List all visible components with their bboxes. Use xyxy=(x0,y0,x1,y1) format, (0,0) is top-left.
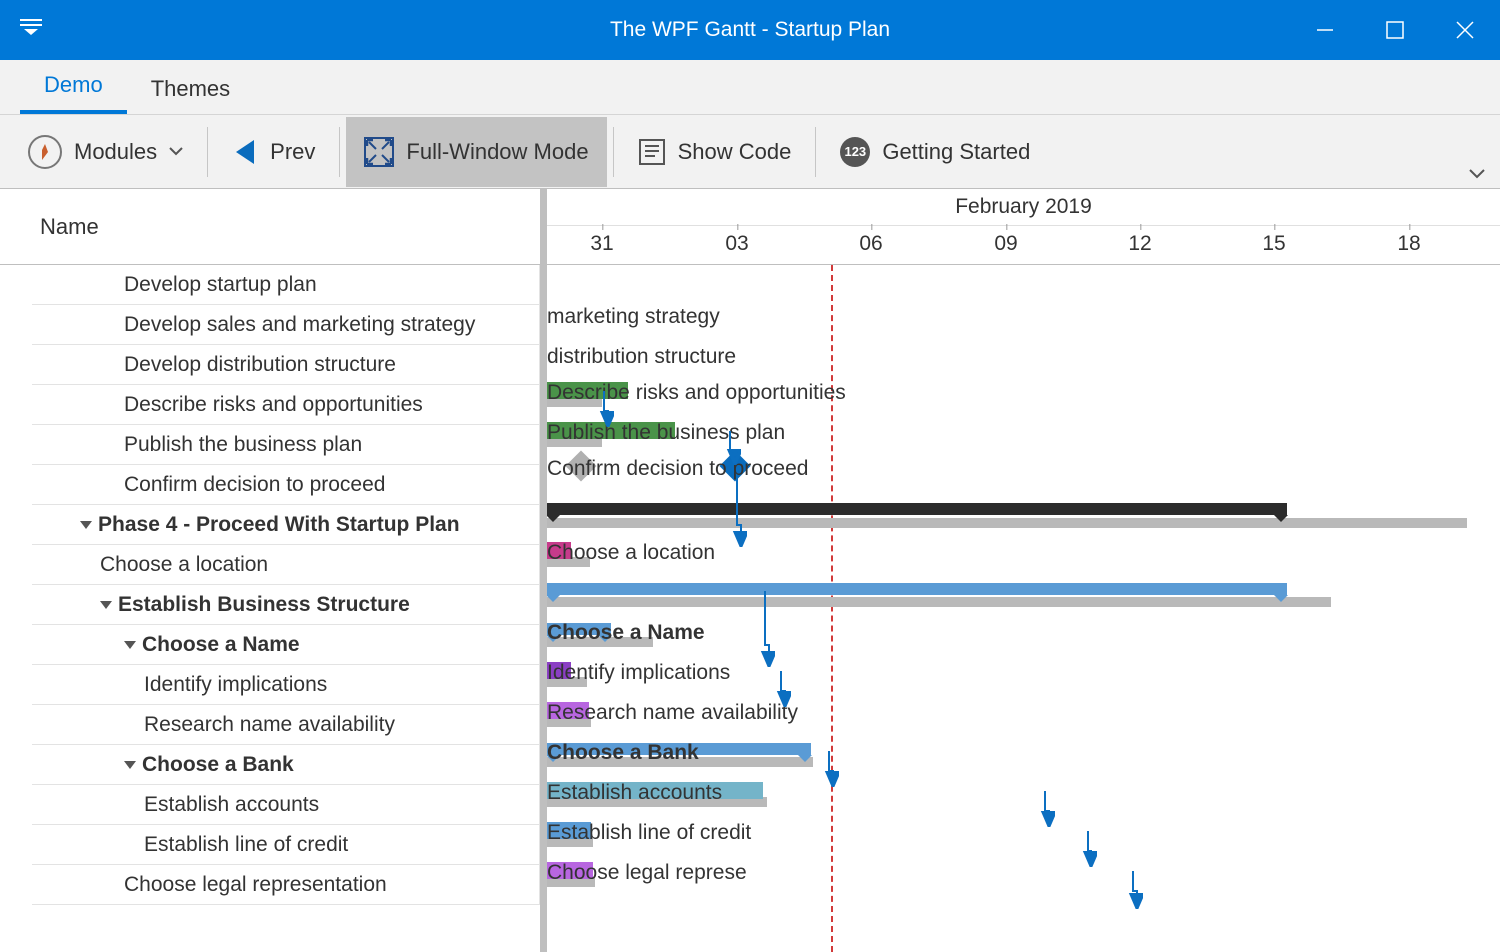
task-name: Phase 4 - Proceed With Startup Plan xyxy=(98,513,460,537)
gantt-chart[interactable]: February 2019 31 03 06 09 12 15 18 marketing s… xyxy=(547,189,1500,952)
expand-icon[interactable] xyxy=(100,601,112,609)
timeline-day: 06 xyxy=(859,232,882,256)
task-row[interactable]: Publish the business plan xyxy=(32,425,540,465)
task-row[interactable]: Develop startup plan xyxy=(32,265,540,305)
minimize-button[interactable] xyxy=(1290,0,1360,60)
task-name: Choose a location xyxy=(100,553,268,577)
title-bar: The WPF Gantt - Startup Plan xyxy=(0,0,1500,60)
timeline-day: 03 xyxy=(725,232,748,256)
ribbon-expand-icon[interactable] xyxy=(1469,168,1485,180)
tab-demo[interactable]: Demo xyxy=(20,60,127,114)
task-row[interactable]: Establish line of credit xyxy=(32,825,540,865)
task-name: Confirm decision to proceed xyxy=(124,473,385,497)
compass-icon xyxy=(28,135,62,169)
full-window-button[interactable]: Full-Window Mode xyxy=(346,117,606,187)
task-name: Identify implications xyxy=(144,673,327,697)
full-window-label: Full-Window Mode xyxy=(406,139,588,165)
close-button[interactable] xyxy=(1430,0,1500,60)
column-header-name[interactable]: Name xyxy=(0,189,540,265)
gantt-control: Name Develop startup plan Develop sales a… xyxy=(0,189,1500,952)
timeline-day: 12 xyxy=(1128,232,1151,256)
timeline-day: 18 xyxy=(1397,232,1420,256)
show-code-label: Show Code xyxy=(678,139,792,165)
getting-started-label: Getting Started xyxy=(882,139,1030,165)
modules-button[interactable]: Modules xyxy=(10,117,201,187)
task-name: Establish Business Structure xyxy=(118,593,410,617)
number-badge-icon: 123 xyxy=(840,137,870,167)
task-name: Develop startup plan xyxy=(124,273,317,297)
window-title: The WPF Gantt - Startup Plan xyxy=(0,18,1500,42)
task-row[interactable]: Phase 4 - Proceed With Startup Plan xyxy=(32,505,540,545)
getting-started-button[interactable]: 123 Getting Started xyxy=(822,117,1048,187)
code-icon xyxy=(638,138,666,166)
toolbar: Modules Prev Full-Window Mode Show Code … xyxy=(0,115,1500,189)
timeline-day: 09 xyxy=(994,232,1017,256)
task-row[interactable]: Choose a Bank xyxy=(32,745,540,785)
task-row[interactable]: Establish Business Structure xyxy=(32,585,540,625)
task-name: Establish line of credit xyxy=(144,833,348,857)
timeline-month: February 2019 xyxy=(547,189,1500,226)
task-name: Choose a Name xyxy=(142,633,300,657)
task-row[interactable]: Research name availability xyxy=(32,705,540,745)
task-name: Choose legal representation xyxy=(124,873,387,897)
task-grid: Name Develop startup plan Develop sales a… xyxy=(0,189,547,952)
task-name: Research name availability xyxy=(144,713,395,737)
maximize-button[interactable] xyxy=(1360,0,1430,60)
task-name: Choose a Bank xyxy=(142,753,294,777)
prev-label: Prev xyxy=(270,139,315,165)
ribbon-tabs: Demo Themes xyxy=(0,60,1500,115)
expand-icon[interactable] xyxy=(80,521,92,529)
task-rows: Develop startup plan Develop sales and ma… xyxy=(0,265,540,952)
fullscreen-icon xyxy=(364,137,394,167)
timeline-day: 31 xyxy=(590,232,613,256)
task-name: Publish the business plan xyxy=(124,433,362,457)
timeline-day: 15 xyxy=(1262,232,1285,256)
timeline-header: February 2019 31 03 06 09 12 15 18 xyxy=(547,189,1500,265)
expand-icon[interactable] xyxy=(124,641,136,649)
prev-button[interactable]: Prev xyxy=(214,117,333,187)
task-row[interactable]: Choose legal representation xyxy=(32,865,540,905)
timeline-days: 31 03 06 09 12 15 18 xyxy=(547,226,1500,264)
task-row[interactable]: Choose a location xyxy=(32,545,540,585)
chart-area[interactable]: marketing strategy distribution structur… xyxy=(547,265,1500,952)
task-name: Describe risks and opportunities xyxy=(124,393,423,417)
show-code-button[interactable]: Show Code xyxy=(620,117,810,187)
task-name: Develop distribution structure xyxy=(124,353,396,377)
task-row[interactable]: Develop sales and marketing strategy xyxy=(32,305,540,345)
task-row[interactable]: Establish accounts xyxy=(32,785,540,825)
chevron-down-icon xyxy=(169,147,183,157)
task-name: Develop sales and marketing strategy xyxy=(124,313,475,337)
qat-dropdown-icon[interactable] xyxy=(20,18,42,42)
task-row[interactable]: Develop distribution structure xyxy=(32,345,540,385)
expand-icon[interactable] xyxy=(124,761,136,769)
triangle-left-icon xyxy=(232,138,258,166)
task-row[interactable]: Confirm decision to proceed xyxy=(32,465,540,505)
task-row[interactable]: Choose a Name xyxy=(32,625,540,665)
task-row[interactable]: Describe risks and opportunities xyxy=(32,385,540,425)
tab-themes[interactable]: Themes xyxy=(127,64,254,114)
dependency-links xyxy=(547,265,1497,915)
modules-label: Modules xyxy=(74,139,157,165)
task-name: Establish accounts xyxy=(144,793,319,817)
task-row[interactable]: Identify implications xyxy=(32,665,540,705)
